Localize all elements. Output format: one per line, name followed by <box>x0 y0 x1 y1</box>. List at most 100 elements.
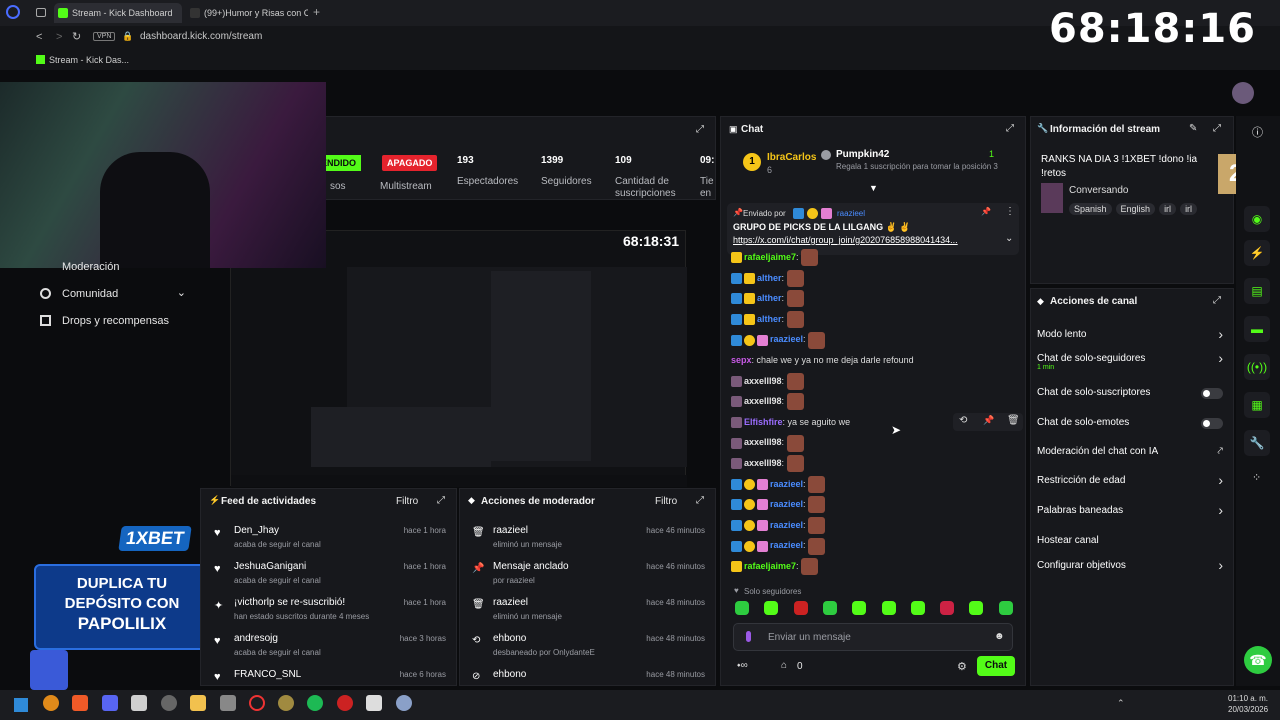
chat-input[interactable]: Enviar un mensaje ☻ <box>733 623 1013 651</box>
chat-username[interactable]: alther <box>757 314 782 324</box>
chat-message[interactable]: axxelll98: <box>731 453 804 473</box>
toggle-switch[interactable] <box>1201 388 1223 399</box>
stream-tag[interactable]: English <box>1115 203 1156 215</box>
pinned-link[interactable]: https://x.com/i/chat/group_join/g2020768… <box>733 235 995 245</box>
brave-icon[interactable] <box>72 695 88 711</box>
chat-message[interactable]: rafaeljaime7: <box>731 556 819 576</box>
tray-chevron-icon[interactable]: ⌃ <box>1117 698 1125 709</box>
chat-username[interactable]: rafaeljaime7 <box>744 561 796 571</box>
channel-action-item[interactable]: Configurar objetivos › <box>1031 557 1233 582</box>
category-name[interactable]: Conversando <box>1069 185 1128 196</box>
chat-message[interactable]: alther: <box>731 288 804 308</box>
points-icon[interactable]: ⬩∞ <box>737 660 748 671</box>
reply-icon[interactable]: ⟲ <box>959 415 967 426</box>
channel-action-item[interactable]: Chat de solo-emotes <box>1031 417 1233 439</box>
avatar[interactable] <box>1232 82 1254 104</box>
emote-icon[interactable] <box>998 601 1013 615</box>
expand-icon[interactable]: ⤢ <box>696 495 704 506</box>
chat-message[interactable]: alther: <box>731 309 804 329</box>
tab-kick-dashboard[interactable]: Stream - Kick Dashboard <box>54 3 182 23</box>
feed-item[interactable]: ♥ andresojg acaba de seguir el canal hace 3… <box>201 631 456 667</box>
chat-username[interactable]: alther <box>757 293 782 303</box>
emote-icon[interactable] <box>940 601 955 615</box>
discord-icon[interactable] <box>102 695 118 711</box>
expand-icon[interactable]: ⤢ <box>1213 295 1221 306</box>
new-tab-icon[interactable]: + <box>313 5 320 19</box>
chat-username[interactable]: sepx <box>731 355 752 365</box>
support-icon[interactable]: ☎ <box>1244 646 1272 674</box>
opera-gx-icon[interactable] <box>249 695 265 711</box>
nav-item-moderacion[interactable]: Moderación <box>40 261 119 275</box>
chat-message[interactable]: raazieel: <box>731 474 826 494</box>
channel-action-item[interactable]: Restricción de edad › <box>1031 472 1233 497</box>
steam-icon[interactable] <box>161 695 177 711</box>
chat-message[interactable]: raazieel: <box>731 329 826 349</box>
feed-item[interactable]: ✦ ¡victhorlp se re-suscribió! han estado s… <box>201 595 456 631</box>
chat-message[interactable]: raazieel: <box>731 535 826 555</box>
stream-tag[interactable]: irl <box>1180 203 1198 215</box>
spotify-icon[interactable] <box>307 695 323 711</box>
chat-message[interactable]: Elfishfire: ya se aguito we <box>731 412 850 432</box>
emote-icon[interactable] <box>852 601 867 615</box>
chat-message[interactable]: raazieel: <box>731 494 826 514</box>
feed-item[interactable]: ♥ JeshuaGanigani acaba de seguir el canal h… <box>201 559 456 595</box>
nav-item-drops[interactable]: Drops y recompensas <box>40 314 200 330</box>
camera-icon[interactable]: ◉ <box>1244 206 1270 232</box>
chat-message[interactable]: sepx: chale we y ya no me deja darle ref… <box>731 350 914 370</box>
vpn-badge[interactable]: VPN <box>93 32 116 41</box>
mod-action-item[interactable]: 🗑 raazieel eliminó un mensaje hace 48 minut… <box>460 595 715 631</box>
document-icon[interactable]: ▤ <box>1244 278 1270 304</box>
emote-icon[interactable] <box>764 601 779 615</box>
channel-action-item[interactable]: Chat de solo-seguidores 1 min › <box>1031 350 1233 375</box>
mod-action-item[interactable]: 🗑 raazieel eliminó un mensaje hace 46 minut… <box>460 523 715 559</box>
stream-tag[interactable]: Spanish <box>1069 203 1112 215</box>
chat-message[interactable]: axxelll98: <box>731 432 804 452</box>
lightning-icon[interactable]: ⚡ <box>1244 240 1270 266</box>
chat-username[interactable]: axxelll98 <box>744 376 782 386</box>
send-chat-button[interactable]: Chat <box>977 656 1015 676</box>
chat-message[interactable]: rafaeljaime7: <box>731 247 819 267</box>
clock-date[interactable]: 20/03/2026 <box>1228 705 1268 714</box>
emote-icon[interactable] <box>793 601 808 615</box>
gift-name[interactable]: Pumpkin42 <box>836 149 889 160</box>
chat-message[interactable]: alther: <box>731 268 804 288</box>
pin-icon[interactable]: 📌 <box>983 415 994 426</box>
chat-username[interactable]: raazieel <box>770 499 803 509</box>
layout-icon[interactable]: ▦ <box>1244 392 1270 418</box>
chat-username[interactable]: axxelll98 <box>744 396 782 406</box>
chat-username[interactable]: rafaeljaime7 <box>744 252 796 262</box>
expand-icon[interactable]: ⤢ <box>1006 123 1014 134</box>
wrench-icon[interactable]: 🔧 <box>1244 430 1270 456</box>
expand-icon[interactable]: ⤢ <box>696 124 704 135</box>
emote-icon[interactable] <box>910 601 925 615</box>
url-field[interactable]: dashboard.kick.com/stream <box>140 31 262 42</box>
chat-message[interactable]: axxelll98: <box>731 371 804 391</box>
channel-action-item[interactable]: Palabras baneadas › <box>1031 502 1233 527</box>
filter-button[interactable]: Filtro <box>655 496 677 507</box>
app-icon[interactable] <box>278 695 294 711</box>
gamepad-icon[interactable] <box>220 695 236 711</box>
reload-icon[interactable]: ↻ <box>72 30 81 43</box>
edit-icon[interactable]: ✎ <box>1189 123 1197 134</box>
expand-icon[interactable]: ⤢ <box>1213 123 1221 134</box>
chat-username[interactable]: alther <box>757 273 782 283</box>
info-icon[interactable]: ⓘ <box>1252 124 1263 140</box>
mod-action-item[interactable]: ⟲ ehbono desbaneado por OnlydanteE hace 48 … <box>460 631 715 667</box>
gear-icon[interactable]: ⚙ <box>957 660 967 673</box>
expand-icon[interactable]: ⤢ <box>437 495 445 506</box>
emote-icon[interactable] <box>881 601 896 615</box>
channel-action-item[interactable]: Chat de solo-suscriptores <box>1031 387 1233 409</box>
windows-start-icon[interactable] <box>14 698 28 712</box>
chat-icon[interactable]: ▬ <box>1244 316 1270 342</box>
emoji-icon[interactable]: ☻ <box>994 631 1005 642</box>
rank1-name[interactable]: IbraCarlos <box>767 152 816 163</box>
filter-button[interactable]: Filtro <box>396 496 418 507</box>
opera-logo-icon[interactable] <box>6 5 20 19</box>
unpin-icon[interactable]: 📌 <box>981 207 991 216</box>
emote-icon[interactable] <box>822 601 837 615</box>
chat-username[interactable]: axxelll98 <box>744 458 782 468</box>
emote-icon[interactable] <box>969 601 984 615</box>
tab-youtube[interactable]: (99+)Humor y Risas con C <box>186 3 308 23</box>
bookmark-item[interactable]: Stream - Kick Das... <box>49 55 129 65</box>
chat-username[interactable]: raazieel <box>770 540 803 550</box>
